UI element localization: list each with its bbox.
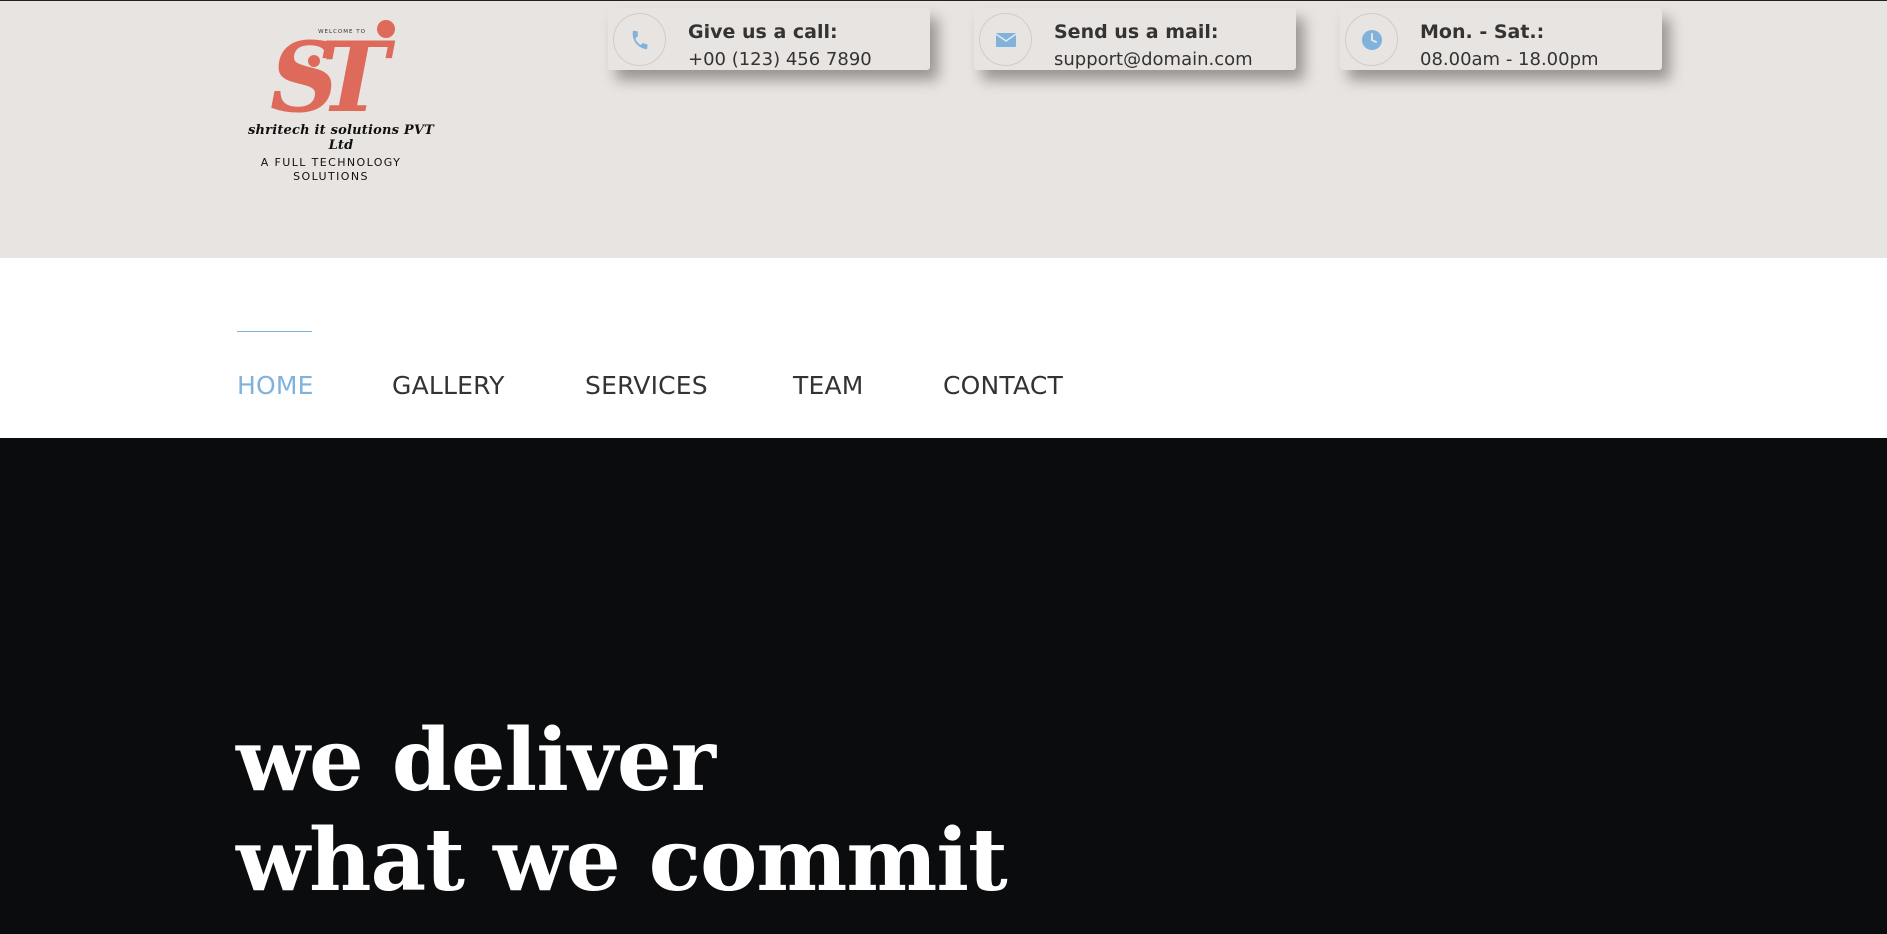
nav-item-gallery[interactable]: GALLERY [392, 371, 505, 400]
phone-icon-circle [613, 13, 666, 66]
nav-item-contact[interactable]: CONTACT [943, 371, 1063, 400]
contact-card-hours: Mon. - Sat.: 08.00am - 18.00pm [1340, 8, 1662, 70]
tagline-line-1: A FULL TECHNOLOGY [260, 156, 402, 169]
phone-icon [632, 30, 648, 49]
tagline-line-2: SOLUTIONS [293, 170, 369, 183]
contact-card-mail: Send us a mail: support@domain.com [974, 8, 1296, 70]
clock-icon [1361, 29, 1382, 50]
logo-company-name: shritech it solutions PVT Ltd [247, 123, 435, 153]
hero-section: we deliver what we commit [0, 438, 1887, 934]
clock-icon-circle [1345, 13, 1398, 66]
phone-card-title: Give us a call: [688, 21, 838, 43]
nav-item-services[interactable]: SERVICES [585, 371, 708, 400]
envelope-icon-circle [979, 13, 1032, 66]
hero-heading-line-1: we deliver [236, 710, 716, 811]
active-nav-indicator [237, 331, 312, 332]
hours-card-title: Mon. - Sat.: [1420, 21, 1545, 43]
company-logo[interactable]: WELCOME TO S T shritech it solutions PVT… [236, 19, 446, 189]
logo-st-mark: S T [270, 20, 396, 119]
phone-number[interactable]: +00 (123) 456 7890 [688, 49, 872, 70]
business-hours: 08.00am - 18.00pm [1420, 49, 1599, 70]
logo-tagline: A FULL TECHNOLOGY SOLUTIONS [246, 156, 416, 184]
nav-item-team[interactable]: TEAM [793, 371, 864, 400]
mail-card-title: Send us a mail: [1054, 21, 1219, 43]
main-navigation: HOME GALLERY SERVICES TEAM CONTACT [0, 258, 1887, 438]
nav-item-home[interactable]: HOME [237, 371, 314, 400]
contact-card-phone: Give us a call: +00 (123) 456 7890 [608, 8, 930, 70]
top-header-bar: WELCOME TO S T shritech it solutions PVT… [0, 1, 1887, 258]
envelope-icon [995, 32, 1016, 47]
hero-heading-line-2: what we commit [236, 810, 1008, 911]
email-address[interactable]: support@domain.com [1054, 49, 1253, 70]
